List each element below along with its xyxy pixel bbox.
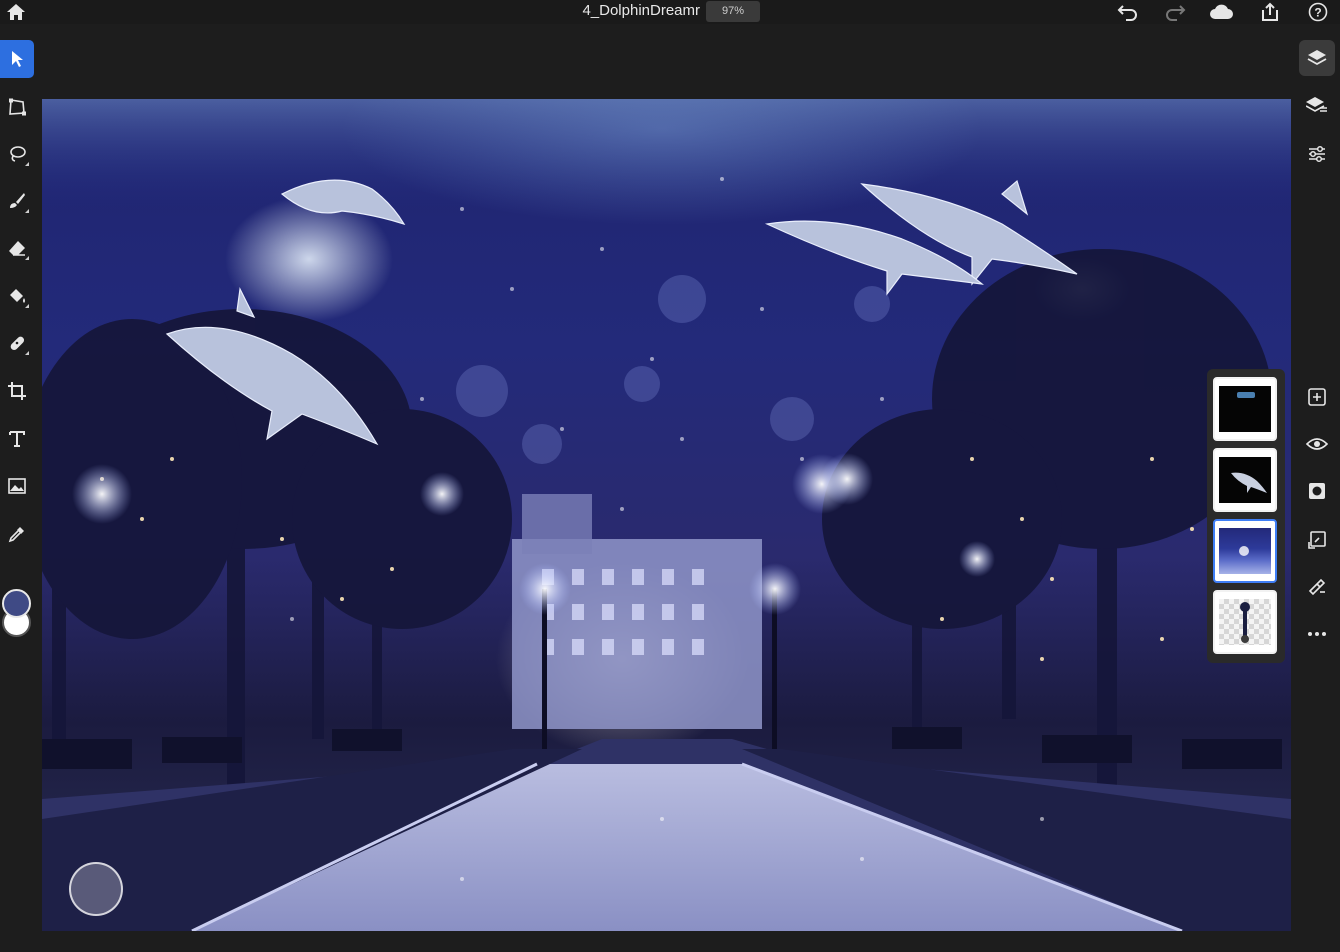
type-icon (8, 431, 25, 447)
eyedropper-icon (8, 527, 24, 543)
submenu-indicator (25, 351, 29, 355)
help-icon[interactable]: ? (1304, 0, 1332, 24)
layer-lamp-post[interactable] (1213, 590, 1277, 654)
redo-icon[interactable] (1161, 0, 1189, 24)
more-icon[interactable] (1299, 616, 1335, 652)
submenu-indicator (25, 304, 29, 308)
layers-icon[interactable] (1299, 40, 1335, 76)
home-icon[interactable] (2, 0, 30, 24)
healing-tool[interactable] (0, 324, 33, 362)
lasso-tool[interactable] (0, 135, 33, 173)
layer-thumbnail (1219, 457, 1271, 503)
document-canvas[interactable] (42, 99, 1291, 931)
add-layer-icon[interactable] (1299, 379, 1335, 415)
layer-stack (1207, 369, 1285, 663)
visibility-icon[interactable] (1299, 426, 1335, 462)
right-toolbar (1296, 24, 1340, 952)
layer-thumbnail (1219, 528, 1271, 574)
brush-icon (9, 193, 25, 208)
layer-properties-icon[interactable] (1299, 87, 1335, 123)
brush-tool[interactable] (0, 182, 33, 220)
eraser-icon (8, 241, 25, 256)
paint-bucket-icon (9, 289, 25, 303)
type-tool[interactable] (0, 420, 33, 458)
foreground-color-swatch[interactable] (2, 589, 31, 618)
transform-layer-icon[interactable] (1299, 522, 1335, 558)
layer-thumbnail (1219, 386, 1271, 432)
fill-tool[interactable] (0, 277, 33, 315)
crop-tool[interactable] (0, 372, 33, 410)
app-window: 4_DolphinDreamr 97% ? (0, 0, 1340, 952)
layer-dolphin[interactable] (1213, 448, 1277, 512)
crop-icon (7, 382, 26, 400)
top-bar: 4_DolphinDreamr 97% ? (0, 0, 1340, 24)
submenu-indicator (25, 162, 29, 166)
transform-icon (8, 98, 26, 116)
select-tool[interactable] (0, 40, 34, 78)
image-tool[interactable] (0, 467, 33, 505)
mask-icon[interactable] (1299, 473, 1335, 509)
layer-thumbnail (1219, 599, 1271, 645)
fx-icon[interactable] (1299, 569, 1335, 605)
brush-size-cursor[interactable] (69, 862, 123, 916)
eraser-tool[interactable] (0, 229, 33, 267)
arrow-icon (12, 51, 23, 67)
share-icon[interactable] (1256, 0, 1284, 24)
svg-text:?: ? (1314, 6, 1321, 20)
eyedropper-tool[interactable] (0, 515, 33, 553)
cloud-icon[interactable] (1207, 0, 1235, 24)
submenu-indicator (25, 209, 29, 213)
left-toolbar (0, 24, 38, 952)
canvas-artwork (42, 99, 1291, 931)
layer-water-surface[interactable] (1213, 377, 1277, 441)
transform-tool[interactable] (0, 88, 33, 126)
layer-night-park[interactable] (1213, 519, 1277, 583)
submenu-indicator (25, 256, 29, 260)
image-icon (7, 478, 26, 494)
zoom-level[interactable]: 97% (706, 1, 760, 22)
adjustments-icon[interactable] (1299, 136, 1335, 172)
lasso-icon (9, 146, 26, 162)
bandage-icon (10, 336, 24, 351)
document-title: 4_DolphinDreamr (582, 2, 700, 19)
undo-icon[interactable] (1114, 0, 1142, 24)
